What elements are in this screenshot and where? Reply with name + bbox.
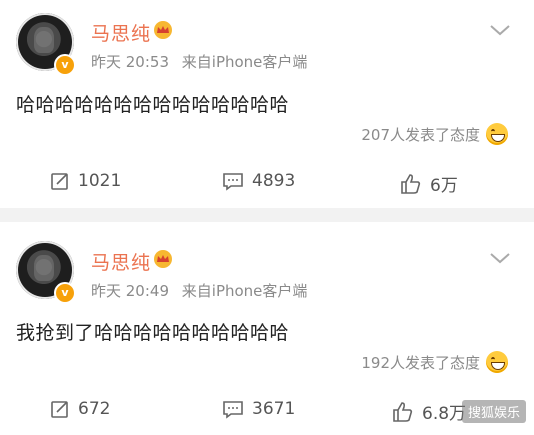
reactions-summary[interactable]: 207人发表了态度 bbox=[361, 123, 508, 145]
author-name[interactable]: 马思纯 bbox=[91, 19, 151, 46]
like-button[interactable]: 6.8万 bbox=[392, 399, 466, 424]
thumbs-up-icon bbox=[401, 173, 421, 194]
repost-count: 672 bbox=[78, 399, 111, 419]
post-time: 昨天 20:53 bbox=[91, 53, 169, 71]
repost-icon bbox=[51, 401, 68, 418]
action-bar: 672 3671 6.8万 bbox=[0, 399, 534, 429]
like-count: 6.8万 bbox=[422, 404, 467, 424]
laugh-emoji-icon bbox=[486, 123, 508, 145]
vip-crown-icon bbox=[154, 250, 172, 268]
post-meta: 昨天 20:53 来自iPhone客户端 bbox=[91, 51, 315, 72]
repost-count: 1021 bbox=[78, 171, 122, 191]
post-text: 哈哈哈哈哈哈哈哈哈哈哈哈哈哈 bbox=[16, 94, 290, 116]
weibo-post-1: v 马思纯 昨天 20:53 来自iPhone客户端 哈哈哈哈哈哈哈哈哈哈哈哈哈… bbox=[0, 0, 534, 208]
post-text: 我抢到了哈哈哈哈哈哈哈哈哈哈 bbox=[16, 322, 290, 344]
post-meta: 昨天 20:49 来自iPhone客户端 bbox=[91, 280, 315, 301]
comment-button[interactable]: 3671 bbox=[222, 399, 295, 419]
comment-count: 3671 bbox=[252, 399, 296, 419]
repost-button[interactable]: 1021 bbox=[50, 171, 121, 191]
repost-button[interactable]: 672 bbox=[50, 399, 110, 419]
repost-icon bbox=[51, 173, 68, 190]
action-bar: 1021 4893 6万 bbox=[0, 171, 534, 201]
post-source: 来自iPhone客户端 bbox=[181, 282, 308, 300]
comment-button[interactable]: 4893 bbox=[222, 171, 295, 191]
reactions-summary[interactable]: 192人发表了态度 bbox=[361, 351, 508, 373]
like-count: 6万 bbox=[430, 176, 458, 196]
chevron-down-icon[interactable] bbox=[488, 22, 512, 38]
laugh-emoji-icon bbox=[486, 351, 508, 373]
chevron-down-icon[interactable] bbox=[488, 250, 512, 266]
weibo-post-2: v 马思纯 昨天 20:49 来自iPhone客户端 我抢到了哈哈哈哈哈哈哈哈哈… bbox=[0, 222, 534, 435]
comment-count: 4893 bbox=[252, 171, 296, 191]
post-source: 来自iPhone客户端 bbox=[181, 53, 308, 71]
comment-icon bbox=[223, 401, 243, 419]
verified-badge-icon: v bbox=[54, 282, 76, 304]
like-button[interactable]: 6万 bbox=[400, 171, 458, 196]
vip-crown-icon bbox=[154, 21, 172, 39]
reactions-text: 192人发表了态度 bbox=[361, 353, 480, 372]
verified-badge-icon: v bbox=[54, 54, 76, 76]
thumbs-up-icon bbox=[393, 401, 413, 422]
reactions-text: 207人发表了态度 bbox=[361, 125, 480, 144]
post-divider bbox=[0, 208, 534, 222]
author-name[interactable]: 马思纯 bbox=[91, 248, 151, 275]
comment-icon bbox=[223, 173, 243, 191]
post-time: 昨天 20:49 bbox=[91, 282, 169, 300]
watermark: 搜狐娱乐 bbox=[461, 400, 526, 423]
